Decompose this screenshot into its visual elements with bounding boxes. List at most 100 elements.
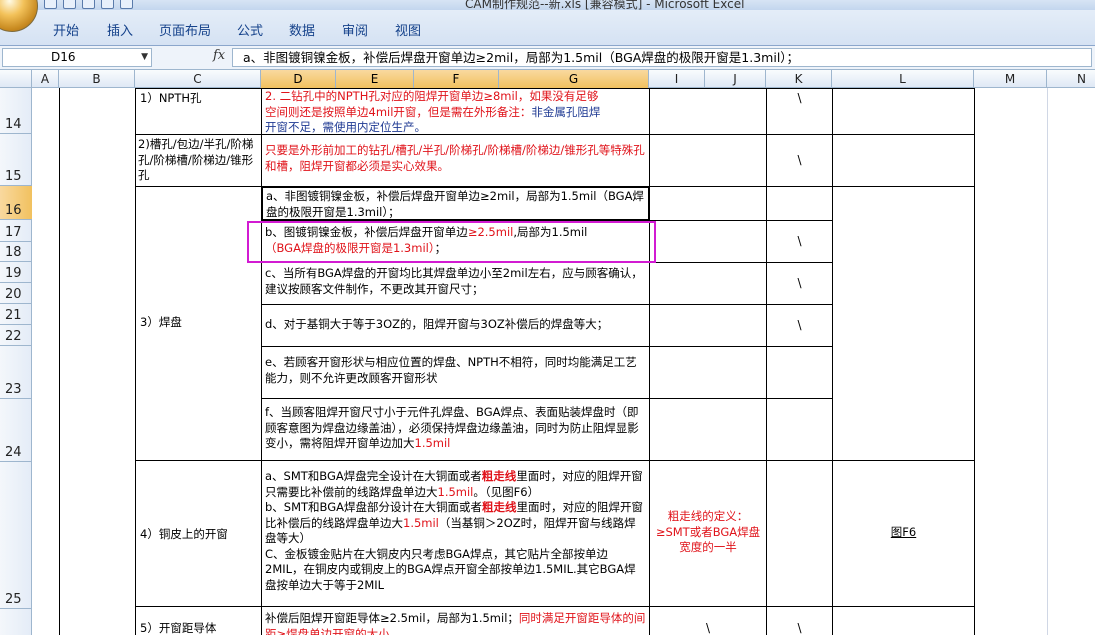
row-header-20[interactable]: 20 [0, 283, 32, 304]
highlight-annotation-box [247, 221, 656, 263]
cell-text: \ [705, 621, 711, 635]
row-header-15[interactable]: 15 [0, 134, 32, 186]
cell-c26[interactable]: 5）开窗距导体 [135, 606, 262, 635]
quick-print-icon[interactable] [120, 0, 133, 9]
cell-text: 。（见图F6） [473, 484, 540, 499]
undo-icon[interactable] [63, 0, 76, 9]
col-header-n[interactable]: N [1047, 70, 1095, 88]
cell-c14[interactable]: 1）NPTH孔 [135, 88, 262, 135]
cell-d23[interactable]: e、若顾客开窗形状与相应位置的焊盘、NPTH不相符，同时均能满足工艺能力，则不允… [261, 346, 650, 399]
col-header-i[interactable]: I [649, 70, 705, 88]
cell-text: \ [797, 153, 802, 167]
cell-k16[interactable] [766, 186, 833, 221]
col-header-c[interactable]: C [135, 70, 261, 88]
cell-text: a、SMT和BGA焊盘完全设计在大铜面或者 [265, 469, 482, 483]
cell-i19[interactable] [649, 262, 767, 305]
col-header-j[interactable]: J [705, 70, 766, 88]
cell-text: 粗走线 [481, 469, 517, 483]
cell-k23[interactable] [766, 346, 833, 399]
cell-l26[interactable] [832, 606, 975, 635]
row-headers: 14 15 16 17 18 19 20 21 22 23 24 25 [0, 88, 32, 635]
formula-input[interactable]: a、非图镀铜镍金板，补偿后焊盘开窗单边≥2mil，局部为1.5mil（BGA焊盘… [232, 48, 1092, 67]
col-header-g[interactable]: G [499, 70, 649, 88]
cell-i16[interactable] [649, 186, 767, 221]
cell-d24[interactable]: f、当顾客阻焊开窗尺寸小于元件孔焊盘、BGA焊点、表面贴装焊盘时（即顾客意图为焊… [261, 398, 650, 461]
cell-text: 开窗不足，需使用内定位生产。 [265, 120, 426, 134]
row-header-23[interactable]: 23 [0, 346, 32, 399]
cell-text: 1.5mil [437, 484, 474, 499]
cell-text: \ [797, 234, 802, 248]
row-header-18[interactable]: 18 [0, 242, 32, 262]
gridline [1047, 88, 1048, 635]
print-preview-icon[interactable] [101, 0, 114, 9]
name-box[interactable]: D16 ▼ [2, 48, 152, 67]
row-header-22[interactable]: 22 [0, 325, 32, 346]
row-header-19[interactable]: 19 [0, 262, 32, 283]
cell-text: 粗走线的定义：≥SMT或者BGA焊盘宽度的一半 [655, 509, 761, 554]
tab-data[interactable]: 数据 [289, 20, 315, 39]
cell-i21[interactable] [649, 304, 767, 347]
row-header-25[interactable]: 25 [0, 462, 32, 609]
select-all-corner[interactable] [0, 70, 32, 88]
col-header-d[interactable]: D [261, 70, 336, 88]
cell-c25[interactable]: 4）铜皮上的开窗 [135, 460, 262, 607]
col-header-f[interactable]: F [414, 70, 499, 88]
cell-k14[interactable]: \ [766, 88, 833, 135]
quick-access-toolbar [44, 0, 133, 10]
row-header-17[interactable]: 17 [0, 220, 32, 242]
cell-d15[interactable]: 只要是外形前加工的钻孔/槽孔/半孔/阶梯孔/阶梯槽/阶梯边/锥形孔等特殊孔和槽，… [261, 134, 650, 187]
cell-text: 2. 二钻孔中的NPTH孔对应的阻焊开窗单边≥8mil，如果没有足够 [265, 89, 599, 103]
tab-page-layout[interactable]: 页面布局 [159, 20, 211, 39]
cell-text: b、SMT和BGA焊盘部分设计在大铜面或者 [265, 500, 483, 514]
cell-l14[interactable] [832, 88, 975, 135]
cell-c15[interactable]: 2)槽孔/包边/半孔/阶梯孔/阶梯槽/阶梯边/锥形孔 [135, 134, 262, 187]
col-header-l[interactable]: L [832, 70, 974, 88]
col-header-b[interactable]: B [59, 70, 135, 88]
cell-k19[interactable]: \ [766, 262, 833, 305]
cell-i17[interactable] [649, 220, 767, 263]
cell-d25[interactable]: a、SMT和BGA焊盘完全设计在大铜面或者粗走线里面时，对应的阻焊开窗只需要比补… [261, 460, 650, 607]
col-header-m[interactable]: M [974, 70, 1047, 88]
cell-k25[interactable] [766, 460, 833, 607]
cell-k24[interactable] [766, 398, 833, 461]
cell-k21[interactable]: \ [766, 304, 833, 347]
cell-d21[interactable]: d、对于基铜大于等于3OZ的，阻焊开窗与3OZ补偿后的焊盘等大； [261, 304, 650, 347]
cell-i24[interactable] [649, 398, 767, 461]
window-title: CAM制作规范--新.xls [兼容模式] - Microsoft Excel [465, 0, 745, 10]
cell-d19[interactable]: c、当所有BGA焊盘的开窗均比其焊盘单边小至2mil左右，应与顾客确认，建议按顾… [261, 262, 650, 305]
tab-insert[interactable]: 插入 [107, 20, 133, 39]
cell-l25[interactable]: 图F6 [832, 460, 975, 607]
chevron-down-icon[interactable]: ▼ [141, 49, 148, 66]
col-header-e[interactable]: E [336, 70, 414, 88]
cell-i23[interactable] [649, 346, 767, 399]
cell-l-pad[interactable] [832, 186, 975, 461]
tab-review[interactable]: 审阅 [342, 20, 368, 39]
cell-i15[interactable] [649, 134, 767, 187]
cell-d16-selected[interactable]: a、非图镀铜镍金板，补偿后焊盘开窗单边≥2mil，局部为1.5mil（BGA焊盘… [261, 186, 650, 221]
cell-text: 图F6 [890, 525, 917, 539]
tab-formulas[interactable]: 公式 [237, 20, 263, 39]
cell-c-pad[interactable]: 3）焊盘 [135, 186, 262, 461]
tab-view[interactable]: 视图 [395, 20, 421, 39]
cell-i25[interactable]: 粗走线的定义：≥SMT或者BGA焊盘宽度的一半 [649, 460, 767, 607]
cell-d26[interactable]: 补偿后阻焊开窗距导体≥2.5mil，局部为1.5mil；同时满足开窗距导体的间距… [261, 606, 650, 635]
formula-bar: D16 ▼ fx a、非图镀铜镍金板，补偿后焊盘开窗单边≥2mil，局部为1.5… [0, 46, 1095, 70]
row-header-21[interactable]: 21 [0, 304, 32, 325]
cell-d14[interactable]: 2. 二钻孔中的NPTH孔对应的阻焊开窗单边≥8mil，如果没有足够 空间则还是… [261, 88, 650, 135]
insert-function-icon[interactable]: fx [213, 48, 225, 63]
cell-k17[interactable]: \ [766, 220, 833, 263]
row-header-24[interactable]: 24 [0, 399, 32, 462]
redo-icon[interactable] [82, 0, 95, 9]
cell-l15[interactable] [832, 134, 975, 187]
save-icon[interactable] [44, 0, 57, 9]
col-header-k[interactable]: K [766, 70, 832, 88]
cell-text: 3）焊盘 [140, 315, 182, 329]
cell-k15[interactable]: \ [766, 134, 833, 187]
cell-k26[interactable]: \ [766, 606, 833, 635]
cell-i26[interactable]: \ [649, 606, 767, 635]
tab-home[interactable]: 开始 [53, 20, 79, 39]
row-header-14[interactable]: 14 [0, 88, 32, 134]
cell-i14[interactable] [649, 88, 767, 135]
col-header-a[interactable]: A [32, 70, 59, 88]
row-header-16[interactable]: 16 [0, 186, 32, 220]
